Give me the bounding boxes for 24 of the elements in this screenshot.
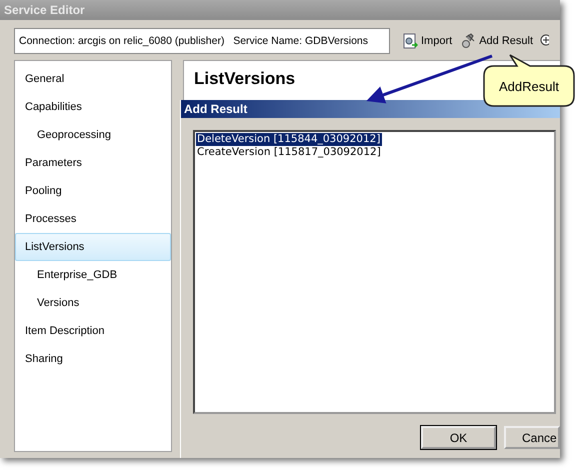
dialog-button[interactable]: OK xyxy=(421,426,496,449)
callout-text: AddResult xyxy=(499,79,559,94)
sidebar-item[interactable]: ListVersions xyxy=(15,233,171,261)
dialog-title: Add Result xyxy=(181,100,560,118)
sidebar-item[interactable]: Pooling xyxy=(15,177,171,205)
sidebar-item[interactable]: Item Description xyxy=(15,317,171,345)
gear-hammer-icon xyxy=(460,33,476,49)
dialog-button[interactable]: Cance xyxy=(504,426,560,449)
sidebar-item[interactable]: General xyxy=(15,65,171,93)
toolbar-button[interactable]: Import xyxy=(400,33,454,49)
sidebar-item[interactable]: Sharing xyxy=(15,345,171,373)
list-item[interactable]: DeleteVersion [115844_03092012] xyxy=(196,133,382,146)
sidebar-item[interactable]: Versions xyxy=(15,289,171,317)
list-item[interactable]: CreateVersion [115817_03092012] xyxy=(196,146,383,159)
sidebar-item[interactable]: Capabilities xyxy=(15,93,171,121)
connection-field: Connection: arcgis on relic_6080 (publisher) Service Name: GDBVersions xyxy=(14,28,390,54)
window-title: Service Editor xyxy=(0,0,560,20)
sidebar-item[interactable]: Enterprise_GDB xyxy=(15,261,171,289)
sidebar-item[interactable]: Geoprocessing xyxy=(15,121,171,149)
toolbar-button[interactable]: Add Result xyxy=(458,33,535,49)
sidebar-item[interactable]: Processes xyxy=(15,205,171,233)
panel-title: ListVersions xyxy=(194,69,296,89)
document-gear-icon xyxy=(402,33,418,49)
sidebar-item[interactable]: Parameters xyxy=(15,149,171,177)
